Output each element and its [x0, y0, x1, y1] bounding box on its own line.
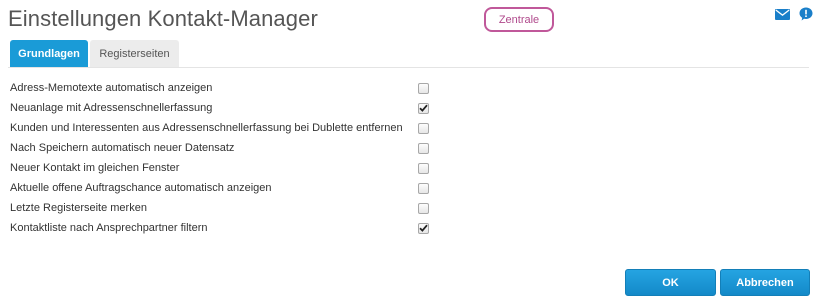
setting-checkbox[interactable]	[418, 82, 429, 94]
setting-label: Neuer Kontakt im gleichen Fenster	[10, 162, 180, 174]
setting-row: Aktuelle offene Auftragschance automatis…	[10, 178, 430, 198]
setting-row: Letzte Registerseite merken	[10, 198, 430, 218]
setting-row: Neuanlage mit Adressenschnellerfassung	[10, 98, 430, 118]
tab-divider	[8, 67, 809, 68]
setting-label: Letzte Registerseite merken	[10, 202, 147, 214]
cancel-button[interactable]: Abbrechen	[720, 269, 810, 296]
mail-icon[interactable]	[774, 7, 790, 21]
tab-bar: Grundlagen Registerseiten	[10, 40, 179, 67]
tab-grundlagen[interactable]: Grundlagen	[10, 40, 88, 67]
setting-label: Aktuelle offene Auftragschance automatis…	[10, 182, 272, 194]
zentrale-button[interactable]: Zentrale	[484, 7, 554, 32]
checkmark-icon	[419, 224, 428, 232]
setting-row: Adress-Memotexte automatisch anzeigen	[10, 78, 430, 98]
help-icon[interactable]	[798, 7, 814, 21]
setting-checkbox[interactable]	[418, 122, 429, 134]
setting-checkbox[interactable]	[418, 162, 429, 174]
setting-checkbox[interactable]	[418, 222, 429, 234]
tab-registerseiten[interactable]: Registerseiten	[90, 40, 179, 67]
setting-checkbox[interactable]	[418, 182, 429, 194]
settings-list: Adress-Memotexte automatisch anzeigen Ne…	[10, 78, 430, 238]
setting-label: Nach Speichern automatisch neuer Datensa…	[10, 142, 235, 154]
setting-label: Kontaktliste nach Ansprechpartner filter…	[10, 222, 208, 234]
checkmark-icon	[419, 104, 428, 112]
setting-checkbox[interactable]	[418, 202, 429, 214]
ok-button[interactable]: OK	[625, 269, 716, 296]
setting-label: Neuanlage mit Adressenschnellerfassung	[10, 102, 213, 114]
setting-row: Kunden und Interessenten aus Adressensch…	[10, 118, 430, 138]
setting-checkbox[interactable]	[418, 142, 429, 154]
setting-row: Neuer Kontakt im gleichen Fenster	[10, 158, 430, 178]
setting-checkbox[interactable]	[418, 102, 429, 114]
page-title: Einstellungen Kontakt-Manager	[8, 6, 318, 31]
setting-label: Adress-Memotexte automatisch anzeigen	[10, 82, 213, 94]
setting-row: Nach Speichern automatisch neuer Datensa…	[10, 138, 430, 158]
setting-row: Kontaktliste nach Ansprechpartner filter…	[10, 218, 430, 238]
setting-label: Kunden und Interessenten aus Adressensch…	[10, 122, 403, 134]
